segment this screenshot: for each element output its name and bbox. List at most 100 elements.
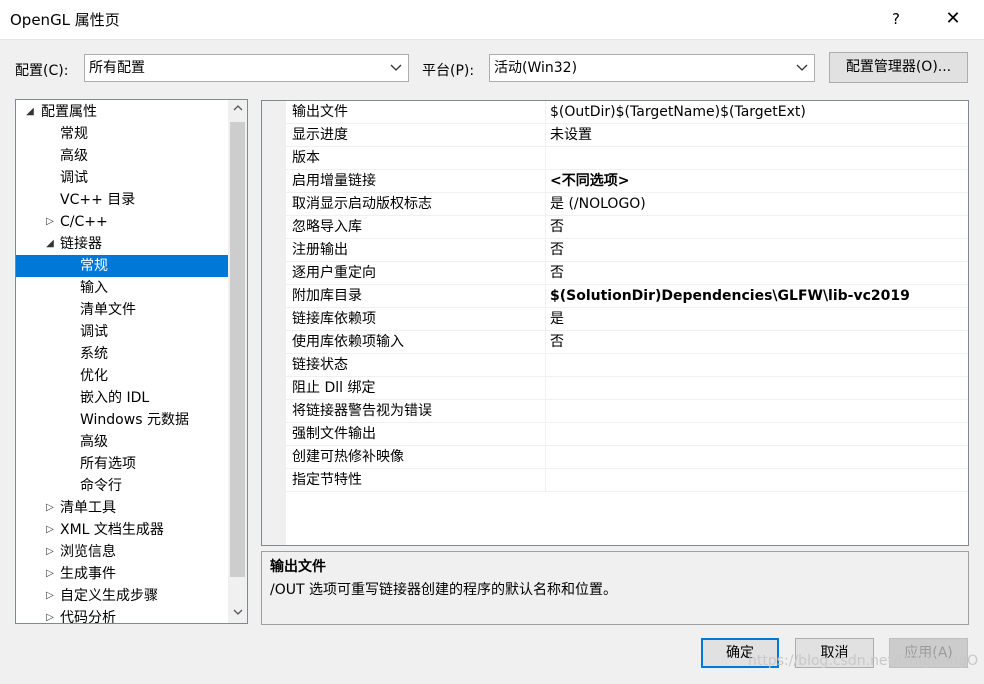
chevron-down-icon [388, 55, 404, 81]
tree-item[interactable]: 嵌入的 IDL [16, 387, 229, 409]
expanded-arrow-icon[interactable]: ◢ [24, 101, 36, 123]
tree-item[interactable]: ◢ 链接器 [16, 233, 229, 255]
tree-item[interactable]: 高级 [16, 431, 229, 453]
scroll-up-icon[interactable] [228, 100, 247, 119]
property-name: 创建可热修补映像 [292, 446, 546, 469]
tree-item[interactable]: ▷ XML 文档生成器 [16, 519, 229, 541]
property-tree[interactable]: ◢ 配置属性 常规 高级 调试 VC++ 目录 ▷ C/C++ ◢ 链接器 常规 输入 清单文件 调试 系统… [15, 99, 248, 624]
property-row[interactable]: 创建可热修补映像 [286, 446, 968, 469]
tree-item[interactable]: 优化 [16, 365, 229, 387]
property-value[interactable]: 是 (/NOLOGO) [550, 193, 646, 216]
property-value[interactable]: $(OutDir)$(TargetName)$(TargetExt) [550, 101, 806, 124]
tree-item[interactable]: ▷ 代码分析 [16, 607, 229, 623]
property-name: 取消显示启动版权标志 [292, 193, 546, 216]
property-grid: 输出文件 $(OutDir)$(TargetName)$(TargetExt) 显示… [261, 100, 969, 546]
tree-item-label: 系统 [80, 346, 108, 362]
property-value[interactable]: 是 [550, 308, 564, 331]
tree-item[interactable]: 常规 [16, 255, 229, 277]
property-row[interactable]: 指定节特性 [286, 469, 968, 492]
tree-item[interactable]: 清单文件 [16, 299, 229, 321]
property-value[interactable]: <不同选项> [550, 170, 629, 193]
tree-item[interactable]: ▷ C/C++ [16, 211, 229, 233]
property-value[interactable]: 否 [550, 331, 564, 354]
property-name: 指定节特性 [292, 469, 546, 492]
tree-item-label: 生成事件 [60, 566, 116, 582]
tree-item[interactable]: Windows 元数据 [16, 409, 229, 431]
property-name: 启用增量链接 [292, 170, 546, 193]
tree-item-label: 嵌入的 IDL [80, 390, 150, 406]
close-icon[interactable]: ✕ [938, 6, 968, 32]
tree-item-label: C/C++ [60, 214, 108, 230]
help-icon[interactable]: ? [884, 6, 908, 32]
property-name: 输出文件 [292, 101, 546, 124]
property-row[interactable]: 忽略导入库否 [286, 216, 968, 239]
property-row[interactable]: 输出文件 $(OutDir)$(TargetName)$(TargetExt) [286, 101, 968, 124]
property-row[interactable]: 注册输出否 [286, 239, 968, 262]
property-row[interactable]: 使用库依赖项输入否 [286, 331, 968, 354]
property-name: 显示进度 [292, 124, 546, 147]
tree-item[interactable]: 调试 [16, 321, 229, 343]
tree-item-label: 高级 [80, 434, 108, 450]
collapsed-arrow-icon[interactable]: ▷ [44, 563, 56, 585]
property-value[interactable]: 否 [550, 216, 564, 239]
collapsed-arrow-icon[interactable]: ▷ [44, 585, 56, 607]
tree-item-label: 常规 [60, 126, 88, 142]
tree-item[interactable]: ▷ 清单工具 [16, 497, 229, 519]
tree-item[interactable]: 输入 [16, 277, 229, 299]
collapsed-arrow-icon[interactable]: ▷ [44, 541, 56, 563]
description-panel: 输出文件 /OUT 选项可重写链接器创建的程序的默认名称和位置。 [261, 551, 969, 625]
tree-item-label: 优化 [80, 368, 108, 384]
property-row[interactable]: 显示进度 未设置 [286, 124, 968, 147]
property-name: 将链接器警告视为错误 [292, 400, 546, 423]
config-dropdown[interactable]: 所有配置 [84, 54, 409, 82]
config-manager-button[interactable]: 配置管理器(O)... [829, 52, 968, 83]
property-row[interactable]: 逐用户重定向否 [286, 262, 968, 285]
tree-item[interactable]: ▷ 浏览信息 [16, 541, 229, 563]
property-name: 注册输出 [292, 239, 546, 262]
property-name: 忽略导入库 [292, 216, 546, 239]
tree-item[interactable]: ▷ 生成事件 [16, 563, 229, 585]
scroll-thumb[interactable] [230, 122, 245, 577]
config-dropdown-value: 所有配置 [89, 60, 145, 76]
expanded-arrow-icon[interactable]: ◢ [44, 233, 56, 255]
collapsed-arrow-icon[interactable]: ▷ [44, 519, 56, 541]
description-body: /OUT 选项可重写链接器创建的程序的默认名称和位置。 [270, 582, 617, 598]
scroll-down-icon[interactable] [228, 604, 247, 623]
property-row[interactable]: 阻止 Dll 绑定 [286, 377, 968, 400]
property-row[interactable]: 强制文件输出 [286, 423, 968, 446]
tree-item[interactable]: 常规 [16, 123, 229, 145]
tree-scrollbar[interactable] [228, 100, 247, 623]
tree-item-label: 高级 [60, 148, 88, 164]
property-row[interactable]: 版本 [286, 147, 968, 170]
property-value[interactable]: $(SolutionDir)Dependencies\GLFW\lib-vc20… [550, 285, 910, 308]
property-value[interactable]: 否 [550, 262, 564, 285]
property-row[interactable]: 链接库依赖项是 [286, 308, 968, 331]
tree-item[interactable]: 高级 [16, 145, 229, 167]
property-name: 强制文件输出 [292, 423, 546, 446]
collapsed-arrow-icon[interactable]: ▷ [44, 211, 56, 233]
property-row[interactable]: 取消显示启动版权标志是 (/NOLOGO) [286, 193, 968, 216]
tree-item[interactable]: ▷ 自定义生成步骤 [16, 585, 229, 607]
property-value[interactable]: 否 [550, 239, 564, 262]
collapsed-arrow-icon[interactable]: ▷ [44, 497, 56, 519]
title-bar: OpenGL 属性页 ? ✕ [0, 0, 984, 40]
tree-item[interactable]: 所有选项 [16, 453, 229, 475]
collapsed-arrow-icon[interactable]: ▷ [44, 607, 56, 623]
property-row[interactable]: 链接状态 [286, 354, 968, 377]
property-row[interactable]: 附加库目录 $(SolutionDir)Dependencies\GLFW\lib… [286, 285, 968, 308]
tree-item-label: 自定义生成步骤 [60, 588, 158, 604]
tree-item-label: 配置属性 [41, 104, 97, 120]
tree-item[interactable]: 调试 [16, 167, 229, 189]
tree-item[interactable]: VC++ 目录 [16, 189, 229, 211]
tree-item[interactable]: 命令行 [16, 475, 229, 497]
platform-dropdown[interactable]: 活动(Win32) [489, 54, 815, 82]
tree-item[interactable]: ◢ 配置属性 [16, 101, 229, 123]
tree-item-label: 清单工具 [60, 500, 116, 516]
tree-item-label: XML 文档生成器 [60, 522, 164, 538]
property-name: 逐用户重定向 [292, 262, 546, 285]
property-row[interactable]: 将链接器警告视为错误 [286, 400, 968, 423]
property-row[interactable]: 启用增量链接 <不同选项> [286, 170, 968, 193]
grid-gutter [262, 101, 286, 545]
property-value[interactable]: 未设置 [550, 124, 592, 147]
tree-item[interactable]: 系统 [16, 343, 229, 365]
